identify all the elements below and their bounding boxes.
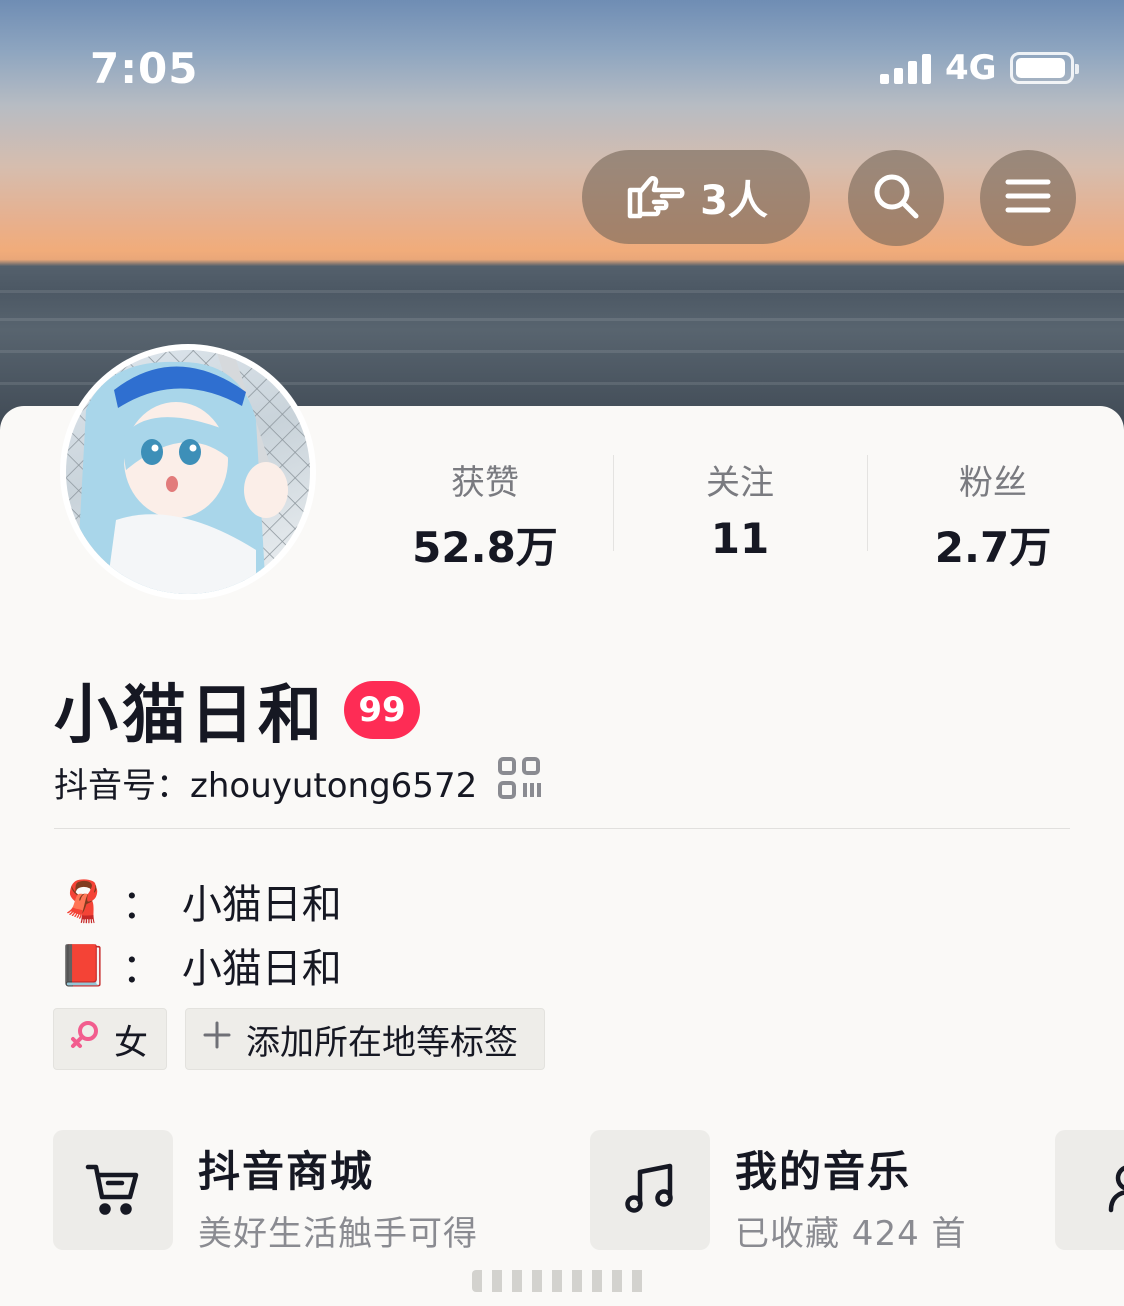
- douyin-id: 抖音号：zhouyutong6572: [54, 766, 478, 806]
- bio-separator: ：: [121, 946, 162, 992]
- gender-tag[interactable]: 女: [53, 1008, 167, 1070]
- pointing-hand-icon: [624, 170, 686, 224]
- qr-code-icon[interactable]: [497, 756, 542, 809]
- friends-tile[interactable]: [1055, 1130, 1124, 1250]
- likes-stat[interactable]: 获赞 52.8万: [385, 455, 585, 575]
- plus-icon: [202, 1019, 232, 1059]
- gender-label: 女: [114, 1022, 148, 1063]
- likes-label: 获赞: [451, 463, 519, 503]
- followers-label: 粉丝: [959, 463, 1027, 503]
- profile-name-row: 小猫日和 99: [54, 664, 420, 756]
- music-tile[interactable]: [590, 1130, 710, 1250]
- profile-name: 小猫日和: [54, 679, 326, 753]
- bio-line: 📕 ： 小猫日和: [58, 936, 342, 994]
- bio-text: 小猫日和: [181, 946, 342, 992]
- bio-text: 小猫日和: [181, 882, 342, 928]
- followers-value: 2.7万: [934, 523, 1052, 572]
- avatar-image: [66, 350, 310, 594]
- following-stat[interactable]: 关注 11: [640, 455, 840, 563]
- signal-icon: [880, 52, 934, 84]
- add-tag-button[interactable]: 添加所在地等标签: [185, 1008, 545, 1070]
- music-title[interactable]: 我的音乐: [735, 1138, 911, 1199]
- music-subtitle: 已收藏 424 首: [735, 1214, 967, 1254]
- menu-button[interactable]: [980, 150, 1076, 246]
- battery-level: [1016, 58, 1066, 78]
- bio-separator: ：: [121, 882, 162, 928]
- shop-tile[interactable]: [53, 1130, 173, 1250]
- shop-title[interactable]: 抖音商城: [198, 1138, 374, 1199]
- network-type: 4G: [945, 48, 997, 88]
- menu-icon: [1004, 176, 1052, 220]
- shop-subtitle: 美好生活触手可得: [198, 1214, 478, 1254]
- level-badge[interactable]: 99: [344, 681, 420, 739]
- followers-stat[interactable]: 粉丝 2.7万: [893, 455, 1093, 575]
- music-note-icon: [622, 1160, 678, 1220]
- cart-icon: [84, 1159, 142, 1221]
- stat-divider: [613, 455, 614, 551]
- bio-line: 🧣 ： 小猫日和: [58, 872, 342, 930]
- stat-divider: [867, 455, 868, 551]
- following-value: 11: [710, 514, 770, 563]
- status-time: 7:05: [90, 44, 199, 93]
- visitors-button[interactable]: 3人: [582, 150, 810, 244]
- likes-value: 52.8万: [412, 523, 558, 572]
- search-button[interactable]: [848, 150, 944, 246]
- friends-icon: [1107, 1160, 1124, 1220]
- visitors-count: 3人: [700, 178, 768, 224]
- douyin-id-row[interactable]: 抖音号：zhouyutong6572: [54, 756, 542, 809]
- add-tag-label: 添加所在地等标签: [246, 1022, 518, 1063]
- book-emoji: 📕: [58, 942, 108, 989]
- search-icon: [871, 171, 921, 225]
- scroll-indicator: [472, 1270, 652, 1292]
- avatar[interactable]: [60, 344, 316, 600]
- female-icon: [70, 1019, 100, 1059]
- section-divider: [54, 828, 1070, 829]
- scarf-emoji: 🧣: [58, 878, 108, 925]
- following-label: 关注: [706, 463, 774, 503]
- battery-icon: [1010, 52, 1079, 84]
